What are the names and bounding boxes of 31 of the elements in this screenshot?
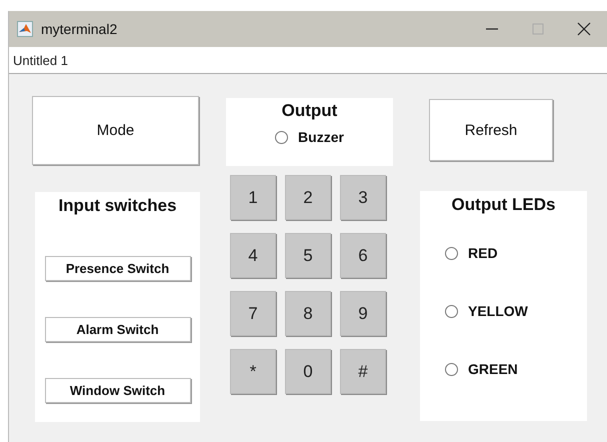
radio-circle-icon: [445, 246, 458, 260]
app-logo-icon: [17, 21, 33, 37]
refresh-button[interactable]: Refresh: [429, 99, 553, 161]
keypad-key[interactable]: 3: [340, 175, 386, 220]
switch-button[interactable]: Window Switch: [44, 378, 190, 403]
keypad-key[interactable]: 8: [285, 291, 331, 336]
radio-button[interactable]: RED: [445, 245, 498, 261]
radio-circle-icon: [445, 304, 458, 318]
panel-title: Output LEDs: [452, 195, 556, 215]
keypad-key[interactable]: 5: [285, 233, 331, 278]
radio-circle-icon: [445, 362, 458, 376]
window-title: myterminal2: [41, 21, 118, 37]
radio-button[interactable]: Buzzer: [275, 129, 344, 145]
keypad-key[interactable]: *: [230, 349, 276, 394]
keypad-key[interactable]: 9: [340, 291, 386, 336]
panel-title: Output: [282, 101, 338, 121]
switch-button[interactable]: Presence Switch: [44, 256, 190, 281]
keypad-key[interactable]: 0: [285, 349, 331, 394]
switch-button[interactable]: Alarm Switch: [44, 317, 190, 342]
keypad-key[interactable]: 7: [230, 291, 276, 336]
radio-button[interactable]: YELLOW: [445, 303, 528, 319]
radio-button[interactable]: GREEN: [445, 361, 518, 377]
keypad-key[interactable]: 1: [230, 175, 276, 220]
radio-circle-icon: [275, 130, 288, 144]
keypad-key[interactable]: 2: [285, 175, 331, 220]
panel-title: Input switches: [58, 196, 177, 216]
keypad-key[interactable]: 4: [230, 233, 276, 278]
mode-button[interactable]: Mode: [32, 96, 199, 165]
document-tab[interactable]: Untitled 1: [13, 52, 68, 68]
keypad-key[interactable]: 6: [340, 233, 386, 278]
keypad-key[interactable]: #: [340, 349, 386, 394]
